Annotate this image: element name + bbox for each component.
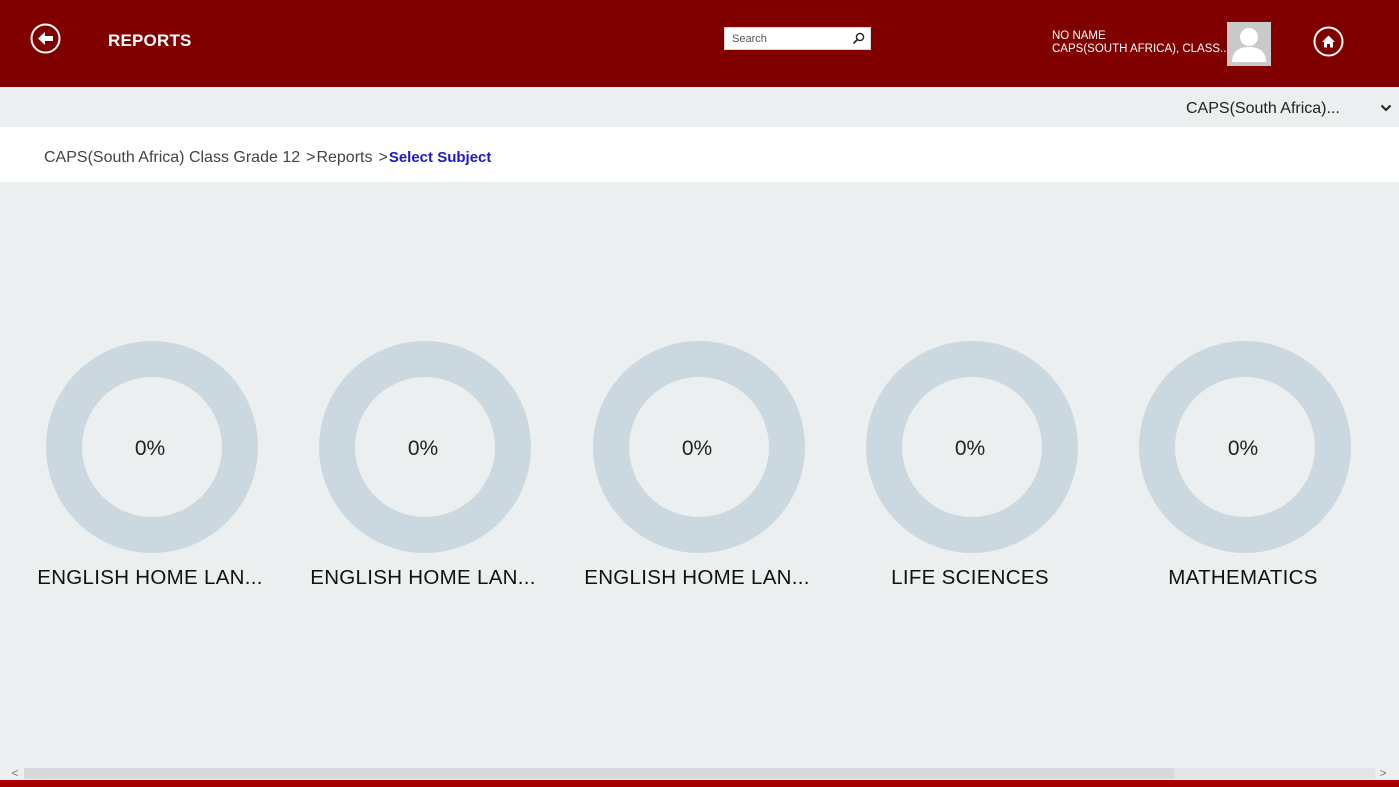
subject-tile[interactable]: 0% ENGLISH HOME LAN... — [303, 341, 543, 601]
progress-percent: 0% — [134, 437, 166, 460]
home-button[interactable] — [1313, 26, 1344, 57]
breadcrumb-item-class[interactable]: CAPS(South Africa) Class Grade 12 — [44, 149, 300, 166]
reports-page: REPORTS NO NAME CAPS(SOUTH AFRICA), CLAS… — [0, 0, 1399, 787]
subject-tile[interactable]: 0% LIFE SCIENCES — [850, 341, 1090, 601]
board-selector-bar: CAPS(South Africa)... — [0, 87, 1399, 127]
subject-name: LIFE SCIENCES — [891, 566, 1049, 589]
breadcrumb: CAPS(South Africa) Class Grade 12 >Report… — [0, 127, 1399, 182]
subject-tile[interactable]: 0% ENGLISH HOME LAN... — [30, 341, 270, 601]
subject-name: MATHEMATICS — [1168, 566, 1318, 589]
progress-percent: 0% — [954, 437, 986, 460]
search-icon[interactable] — [852, 32, 865, 45]
avatar[interactable] — [1227, 22, 1271, 66]
scroll-left-button[interactable]: < — [8, 767, 22, 780]
breadcrumb-current: Select Subject — [388, 149, 492, 166]
back-button[interactable] — [30, 23, 61, 54]
app-header: REPORTS NO NAME CAPS(SOUTH AFRICA), CLAS… — [0, 0, 1399, 87]
board-dropdown[interactable]: CAPS(South Africa)... — [1186, 100, 1340, 118]
scroll-right-button[interactable]: > — [1376, 767, 1390, 780]
subject-name: ENGLISH HOME LAN... — [37, 566, 263, 589]
home-icon — [1313, 26, 1344, 57]
user-name: NO NAME — [1052, 30, 1106, 42]
subject-name: ENGLISH HOME LAN... — [584, 566, 810, 589]
back-arrow-icon — [30, 23, 61, 54]
scroll-thumb[interactable] — [24, 768, 1174, 779]
subject-tile[interactable]: 0% MATHEMATICS — [1123, 341, 1363, 601]
breadcrumb-separator: > — [378, 149, 388, 166]
breadcrumb-item-reports[interactable]: Reports — [316, 149, 372, 166]
user-avatar-icon — [1232, 28, 1266, 62]
user-class: CAPS(SOUTH AFRICA), CLASS... — [1052, 43, 1230, 55]
subject-tile[interactable]: 0% ENGLISH HOME LAN... — [577, 341, 817, 601]
search-input[interactable] — [725, 28, 849, 49]
progress-percent: 0% — [407, 437, 439, 460]
subject-name: ENGLISH HOME LAN... — [310, 566, 536, 589]
search-box[interactable] — [724, 27, 871, 50]
breadcrumb-separator: > — [306, 149, 316, 166]
progress-percent: 0% — [1227, 437, 1259, 460]
page-title: REPORTS — [108, 31, 192, 50]
bottom-accent-bar — [0, 780, 1399, 787]
horizontal-scrollbar[interactable]: < > — [0, 767, 1399, 780]
chevron-down-icon[interactable] — [1380, 103, 1392, 113]
subject-grid: 0% ENGLISH HOME LAN... 0% ENGLISH HOME L… — [0, 182, 1399, 767]
progress-percent: 0% — [681, 437, 713, 460]
